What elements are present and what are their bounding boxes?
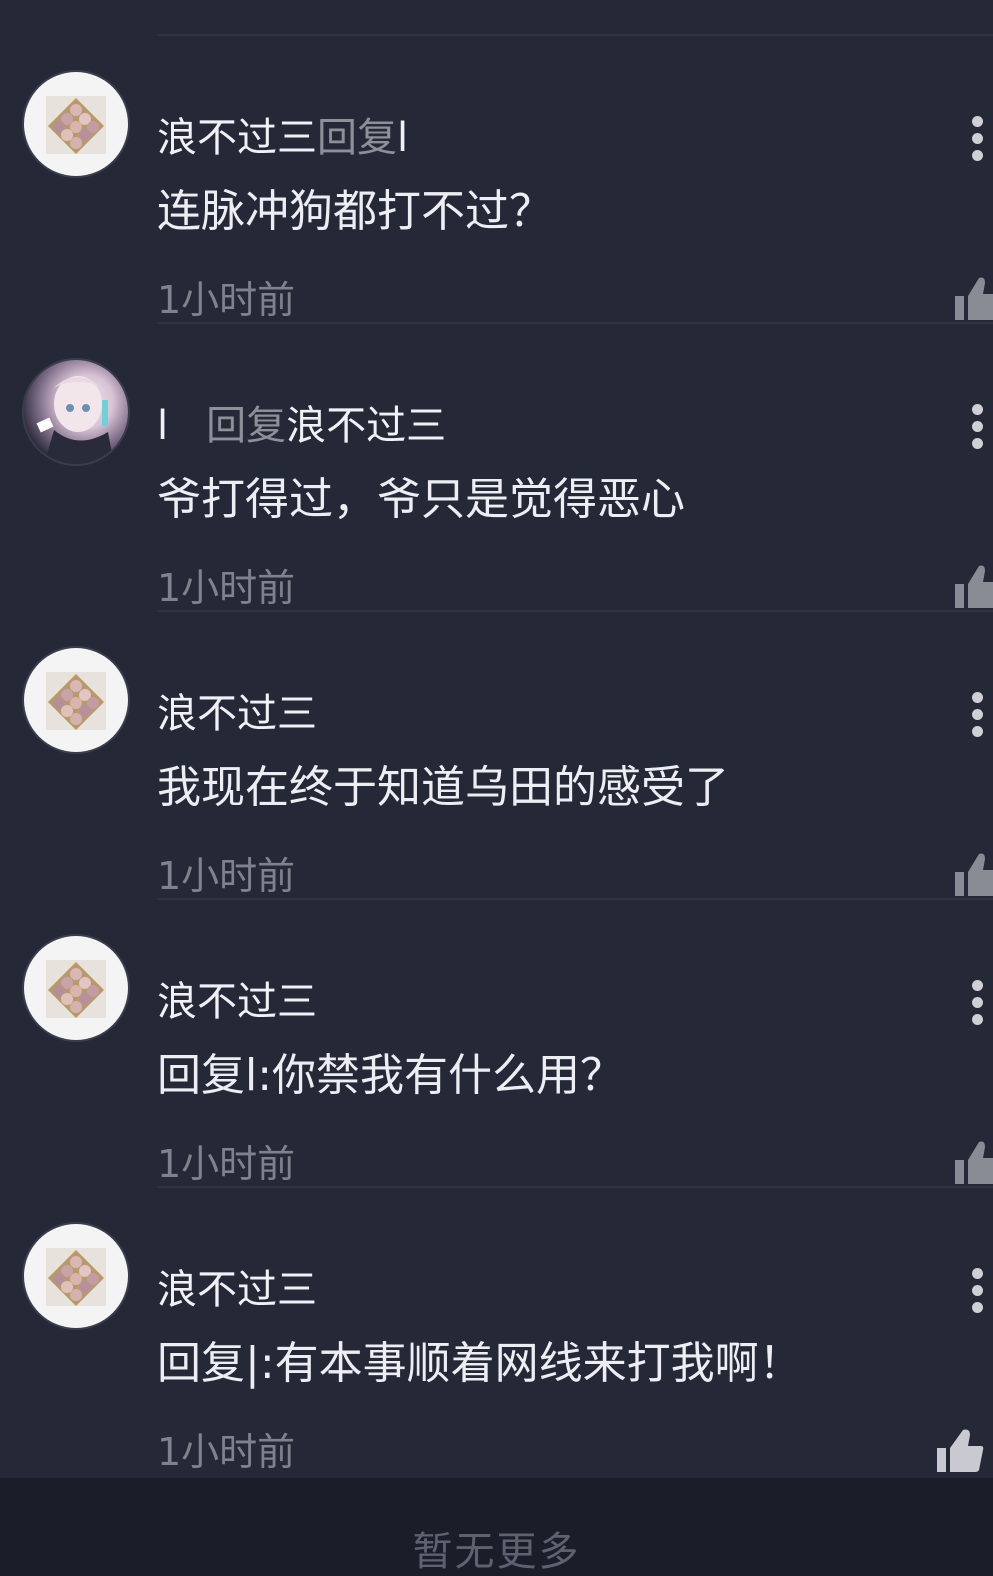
thumbs-up-icon[interactable] [952,1138,993,1188]
comment-text: 回复|:有本事顺着网线来打我啊！ [157,1338,803,1389]
comment-text: 爷打得过，爷只是觉得恶心 [157,474,685,525]
thumbs-up-icon[interactable] [952,562,993,612]
comment-time: 1小时前 [157,1142,296,1186]
avatar[interactable] [24,72,128,176]
comment-list: 浪不过三回复l 连脉冲狗都打不过？ 1小时前 l 回复浪不过三 爷打得过，爷只是… [0,0,993,1478]
thumbs-up-icon[interactable] [952,274,993,324]
more-vertical-icon[interactable] [968,692,988,738]
thumbs-up-icon[interactable] [952,850,993,900]
no-more-label: 暂无更多 [412,1529,581,1575]
avatar-image [46,672,106,730]
author-name[interactable]: 浪不过三 [157,979,317,1025]
reply-target-name[interactable]: 浪不过三 [286,403,446,449]
reply-label: 回复 [317,115,397,161]
avatar-image [46,1248,106,1306]
author-name[interactable]: l [157,403,168,449]
avatar-image [46,96,106,154]
avatar-image [36,376,114,464]
comment-item: 浪不过三回复l 连脉冲狗都打不过？ 1小时前 [0,36,993,324]
comment-item: l 回复浪不过三 爷打得过，爷只是觉得恶心 1小时前 [0,324,993,612]
comment-time: 1小时前 [157,278,296,322]
comment-text: 连脉冲狗都打不过？ [157,186,553,237]
comment-header: 浪不过三 [157,688,317,740]
author-name[interactable]: 浪不过三 [157,115,317,161]
comment-header: 浪不过三回复l [157,112,408,164]
avatar[interactable] [24,360,128,464]
more-vertical-icon[interactable] [968,404,988,450]
more-vertical-icon[interactable] [968,1268,988,1314]
avatar[interactable] [24,1224,128,1328]
comment-item: 浪不过三 回复l:你禁我有什么用？ 1小时前 [0,900,993,1188]
comment-text: 回复l:你禁我有什么用？ [157,1050,625,1101]
comment-header: 浪不过三 [157,976,317,1028]
more-vertical-icon[interactable] [968,116,988,162]
author-name[interactable]: 浪不过三 [157,1267,317,1313]
reply-target-name[interactable]: l [397,115,408,161]
comment-item: 浪不过三 我现在终于知道乌田的感受了 1小时前 [0,612,993,900]
thumbs-up-icon[interactable] [934,1426,984,1476]
comment-item: 浪不过三 回复|:有本事顺着网线来打我啊！ 1小时前 [0,1188,993,1476]
comment-time: 1小时前 [157,1430,296,1474]
comment-text: 我现在终于知道乌田的感受了 [157,762,729,813]
avatar-image [46,960,106,1018]
avatar[interactable] [24,936,128,1040]
comment-header: 浪不过三 [157,1264,317,1316]
avatar[interactable] [24,648,128,752]
comment-time: 1小时前 [157,566,296,610]
more-vertical-icon[interactable] [968,980,988,1026]
comment-header: l 回复浪不过三 [157,400,446,452]
author-name[interactable]: 浪不过三 [157,691,317,737]
reply-label: 回复 [206,403,287,449]
comment-time: 1小时前 [157,854,296,898]
